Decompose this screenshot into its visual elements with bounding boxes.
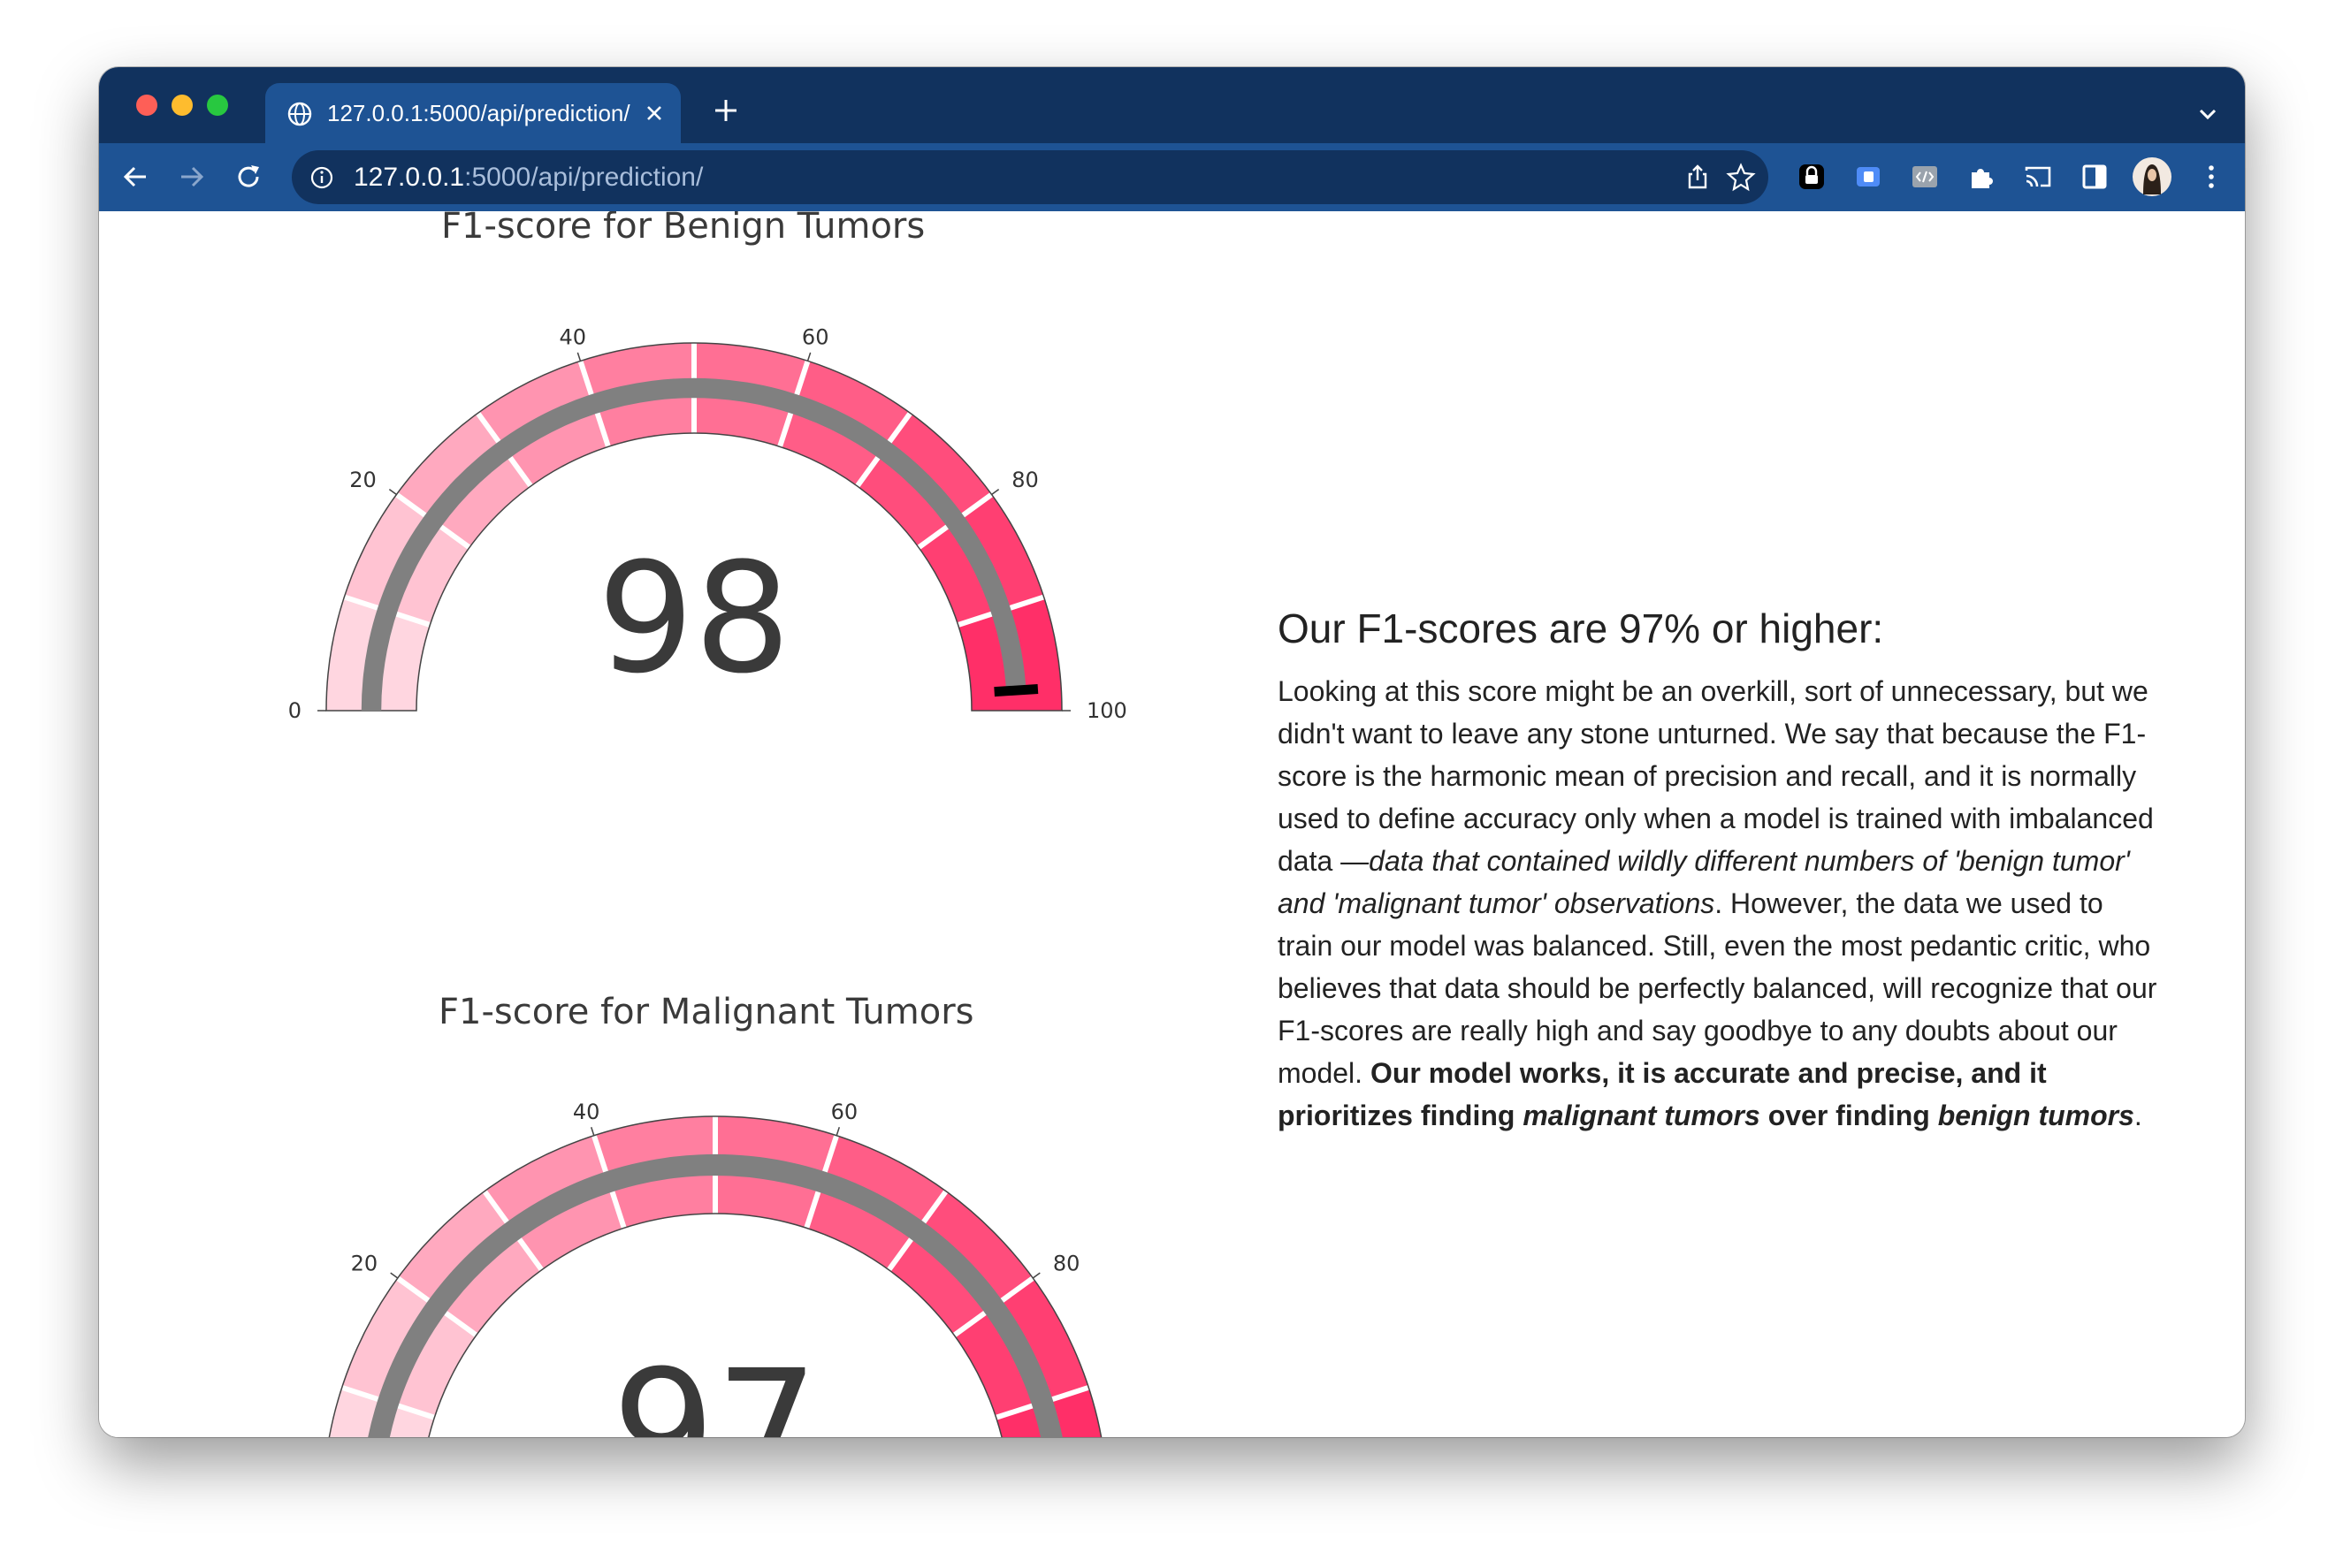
gauge-tick-label: 0 [288, 698, 301, 723]
side-panel-icon[interactable] [2078, 160, 2111, 194]
reload-icon[interactable] [232, 160, 265, 194]
gauge-value-number: 98 [598, 529, 791, 707]
back-icon[interactable] [118, 160, 152, 194]
close-tab-icon[interactable] [644, 103, 665, 124]
lock-extension-icon[interactable] [1795, 160, 1828, 194]
share-icon[interactable] [1683, 163, 1712, 191]
cast-icon[interactable] [2021, 160, 2055, 194]
gauge-tick [388, 488, 397, 496]
paragraph-bold-emphasis-1: malignant tumors [1523, 1100, 1760, 1131]
globe-icon [287, 102, 312, 126]
paragraph-bold-2: over finding [1759, 1100, 1938, 1131]
gauge-tick [590, 1126, 595, 1136]
calendar-extension-icon[interactable] [1851, 160, 1885, 194]
section-heading: Our F1-scores are 97% or higher: [1278, 605, 1884, 651]
new-tab-icon[interactable] [713, 97, 739, 124]
page-content: 0204060801009802040608010097 F1-score fo… [99, 211, 2245, 1437]
code-extension-icon[interactable] [1908, 160, 1942, 194]
address-bar[interactable]: 127.0.0.1:5000/api/prediction/ [292, 150, 1768, 204]
explanation-paragraph: Looking at this score might be an overki… [1278, 670, 2162, 1137]
gauge-tick [390, 1272, 399, 1279]
gauge-threshold-marker [994, 684, 1039, 697]
gauge-tick-label: 20 [349, 468, 377, 492]
url-text: 127.0.0.1:5000/api/prediction/ [354, 163, 703, 193]
gauge-tick-label: 40 [573, 1100, 600, 1124]
maximize-window-button[interactable] [207, 95, 228, 116]
gauge-tick [836, 1126, 841, 1136]
gauge-tick-label: 40 [560, 325, 587, 350]
title-bar: 127.0.0.1:5000/api/prediction/ [99, 67, 2245, 145]
gauge-tick [1032, 1272, 1041, 1279]
info-icon[interactable] [309, 165, 334, 190]
tab-title: 127.0.0.1:5000/api/prediction/ [327, 100, 630, 126]
url-path: :5000/api/prediction/ [464, 163, 704, 192]
close-window-button[interactable] [136, 95, 157, 116]
toolbar: 127.0.0.1:5000/api/prediction/ [99, 143, 2245, 211]
gauge-value-number: 97 [612, 1336, 819, 1437]
gauge-tick-label: 80 [1053, 1252, 1080, 1276]
more-menu-icon[interactable] [2194, 160, 2228, 194]
profile-avatar-icon[interactable] [2131, 156, 2173, 198]
gauge-tick-label: 80 [1011, 468, 1039, 492]
chevron-down-icon[interactable] [2196, 103, 2219, 126]
gauge-tick-label: 100 [1087, 698, 1127, 723]
url-host: 127.0.0.1 [354, 163, 465, 192]
minimize-window-button[interactable] [172, 95, 193, 116]
extensions-puzzle-icon[interactable] [1965, 160, 1998, 194]
browser-tab[interactable]: 127.0.0.1:5000/api/prediction/ [265, 83, 681, 145]
gauge-tick-label: 60 [802, 325, 829, 350]
gauge-title-benign: F1-score for Benign Tumors [441, 211, 926, 247]
gauge-tick-label: 20 [351, 1252, 378, 1276]
paragraph-end: . [2133, 1100, 2142, 1131]
gauge-tick [806, 352, 812, 362]
gauge-tick [576, 352, 582, 362]
gauge-title-malignant: F1-score for Malignant Tumors [439, 992, 974, 1032]
paragraph-bold-emphasis-2: benign tumors [1937, 1100, 2134, 1131]
gauge-tick-label: 60 [831, 1100, 859, 1124]
browser-window: 127.0.0.1:5000/api/prediction/ 127.0.0.1… [99, 67, 2245, 1437]
forward-icon[interactable] [175, 160, 209, 194]
explanation-section: Our F1-scores are 97% or higher: Looking… [1278, 605, 2162, 1137]
gauge-tick [991, 488, 1000, 496]
gauge-charts: 0204060801009802040608010097 [288, 325, 1127, 1437]
bookmark-star-icon[interactable] [1726, 162, 1756, 192]
